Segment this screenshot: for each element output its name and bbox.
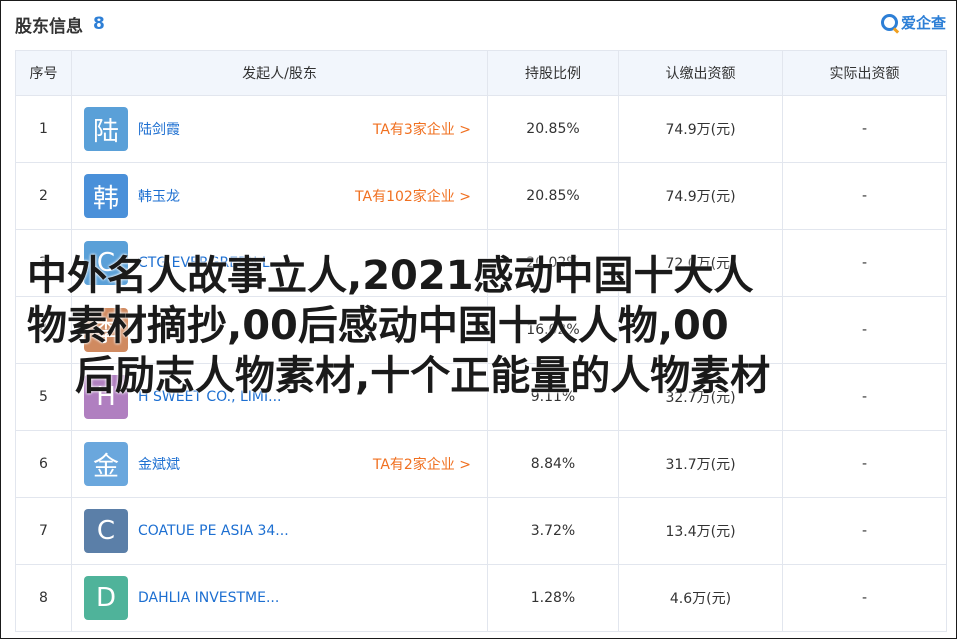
section-title: 股东信息 <box>15 16 83 37</box>
holding-ratio: 1.28% <box>487 564 619 632</box>
table-row: 7 C COATUE PE ASIA 34... 3.72% 13.4万(元) - <box>15 497 947 565</box>
subscribed-capital: 31.7万(元) <box>618 430 783 498</box>
column-header-paid: 实际出资额 <box>782 50 947 96</box>
related-companies-link[interactable]: TA有102家企业 > <box>355 186 471 206</box>
table-row: 3 C CTG EVERGREEN L... 20.02% 72.0万(元) - <box>15 229 947 297</box>
row-index: 3 <box>15 229 72 297</box>
subscribed-capital: 32.7万(元) <box>618 363 783 431</box>
shareholder-cell: 陆陆剑霞 TA有3家企业 > <box>71 95 488 163</box>
aiqicha-logo[interactable]: 爱企查 <box>880 11 946 33</box>
paid-capital: - <box>782 296 947 364</box>
row-index: 7 <box>15 497 72 565</box>
column-header-index: 序号 <box>15 50 72 96</box>
related-companies-link[interactable]: TA有2家企业 > <box>373 454 471 474</box>
table-row: 5H H SWEET CO., LIMI... 9.11% 32.7万(元) - <box>15 363 947 431</box>
paid-capital: - <box>782 564 947 632</box>
table-row: 8 D DAHLIA INVESTME... 1.28% 4.6万(元) - <box>15 564 947 632</box>
table-row: 4 李 16.02% - <box>15 296 947 364</box>
magnifier-logo-icon <box>880 13 898 31</box>
avatar[interactable]: 陆 <box>84 107 128 151</box>
avatar[interactable]: H <box>84 375 128 419</box>
shareholder-name-link[interactable]: 金斌斌 <box>138 454 180 474</box>
holding-ratio: 9.11% <box>487 363 619 431</box>
shareholder-name-link[interactable]: 韩玉龙 <box>138 186 180 206</box>
section-header: 股东信息 8 <box>15 11 105 37</box>
shareholder-count: 8 <box>93 14 105 34</box>
paid-capital: - <box>782 229 947 297</box>
shareholder-cell: 韩韩玉龙 TA有102家企业 > <box>71 162 488 230</box>
subscribed-capital <box>618 296 783 364</box>
shareholder-table: 序号 发起人/股东 持股比例 认缴出资额 实际出资额 1 陆陆剑霞 TA有3家企业 … <box>15 50 947 632</box>
screenshot-frame: 股东信息 8 爱企查 序号 发起人/股东 持股比例 认缴出资额 实际出资额 1陆… <box>0 0 957 639</box>
paid-capital: - <box>782 162 947 230</box>
row-index: 8 <box>15 564 72 632</box>
holding-ratio: 20.85% <box>487 95 619 163</box>
shareholder-cell: C COATUE PE ASIA 34... <box>71 497 488 565</box>
holding-ratio: 20.02% <box>487 229 619 297</box>
shareholder-name-link[interactable]: 陆剑霞 <box>138 119 180 139</box>
row-index: 6 <box>15 430 72 498</box>
subscribed-capital: 4.6万(元) <box>618 564 783 632</box>
shareholder-name-link[interactable]: COATUE PE ASIA 34... <box>138 523 289 539</box>
row-index: 1 <box>15 95 72 163</box>
shareholder-name-link[interactable]: H SWEET CO., LIMI... <box>138 389 281 405</box>
paid-capital: - <box>782 95 947 163</box>
avatar[interactable]: C <box>84 509 128 553</box>
holding-ratio: 8.84% <box>487 430 619 498</box>
related-companies-link[interactable]: TA有3家企业 > <box>373 119 471 139</box>
holding-ratio: 16.02% <box>487 296 619 364</box>
shareholder-cell: 金金斌斌 TA有2家企业 > <box>71 430 488 498</box>
shareholder-cell: C CTG EVERGREEN L... <box>71 229 488 297</box>
row-index: 4 <box>15 296 72 364</box>
column-header-subscribed: 认缴出资额 <box>618 50 783 96</box>
avatar[interactable]: 李 <box>84 308 128 352</box>
row-index: 2 <box>15 162 72 230</box>
column-header-shareholder: 发起人/股东 <box>71 50 488 96</box>
shareholder-cell: H H SWEET CO., LIMI... <box>71 363 488 431</box>
paid-capital: - <box>782 363 947 431</box>
subscribed-capital: 74.9万(元) <box>618 95 783 163</box>
paid-capital: - <box>782 430 947 498</box>
shareholder-name-link[interactable]: CTG EVERGREEN L... <box>138 255 283 271</box>
paid-capital: - <box>782 497 947 565</box>
avatar[interactable]: D <box>84 576 128 620</box>
table-row: 2 韩韩玉龙 TA有102家企业 > 20.85% 74.9万(元) - <box>15 162 947 230</box>
table-header-row: 序号 发起人/股东 持股比例 认缴出资额 实际出资额 <box>15 50 947 96</box>
subscribed-capital: 74.9万(元) <box>618 162 783 230</box>
avatar[interactable]: C <box>84 241 128 285</box>
subscribed-capital: 72.0万(元) <box>618 229 783 297</box>
holding-ratio: 3.72% <box>487 497 619 565</box>
holding-ratio: 20.85% <box>487 162 619 230</box>
logo-text: 爱企查 <box>900 13 946 32</box>
column-header-ratio: 持股比例 <box>487 50 619 96</box>
table-row: 1 陆陆剑霞 TA有3家企业 > 20.85% 74.9万(元) - <box>15 95 947 163</box>
avatar[interactable]: 金 <box>84 442 128 486</box>
table-row: 6 金金斌斌 TA有2家企业 > 8.84% 31.7万(元) - <box>15 430 947 498</box>
row-index: 5 <box>15 363 72 431</box>
shareholder-cell: 李 <box>71 296 488 364</box>
shareholder-cell: D DAHLIA INVESTME... <box>71 564 488 632</box>
shareholder-name-link[interactable]: DAHLIA INVESTME... <box>138 590 279 606</box>
subscribed-capital: 13.4万(元) <box>618 497 783 565</box>
avatar[interactable]: 韩 <box>84 174 128 218</box>
